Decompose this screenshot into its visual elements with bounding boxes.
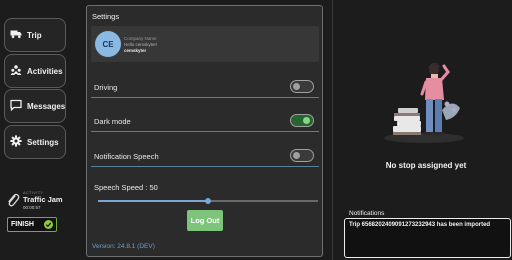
empty-state-illustration [380, 58, 466, 148]
finish-button[interactable]: FINISH [7, 217, 57, 232]
no-stop-message: No stop assigned yet [385, 161, 467, 170]
version-text: Version: 24.8.1 (DEV) [92, 243, 155, 250]
setting-row-notification-speech: Notification Speech [91, 147, 319, 167]
dark-mode-label: Dark mode [94, 117, 131, 126]
nav-settings-label: Settings [27, 137, 59, 147]
logout-button[interactable]: Log Out [187, 210, 223, 231]
nav-trip-label: Trip [27, 30, 42, 40]
toggle-knob [293, 151, 300, 159]
finish-label: FINISH [11, 221, 34, 228]
notification-speech-toggle[interactable] [290, 149, 314, 162]
speech-speed-slider[interactable] [98, 197, 318, 205]
pane-divider [332, 0, 333, 260]
settings-panel: Settings CE Company Name Hello cemskyter… [86, 5, 323, 257]
nav-activities-label: Activities [27, 66, 63, 76]
nav-messages-button[interactable]: Messages [4, 89, 66, 123]
nav-settings-button[interactable]: Settings [4, 125, 66, 159]
notifications-box[interactable]: Trip 6568202409091273232943 has been imp… [344, 218, 511, 258]
driving-label: Driving [94, 83, 118, 92]
check-icon [44, 220, 53, 229]
company-name: Company Name [124, 36, 157, 41]
gear-icon [10, 135, 22, 149]
toggle-knob [293, 82, 300, 90]
nav-messages-label: Messages [27, 101, 66, 111]
notification-speech-label: Notification Speech [94, 152, 159, 161]
notifications-title: Notifications [349, 210, 385, 217]
truck-icon [10, 28, 22, 42]
chat-icon [10, 99, 22, 113]
current-activity[interactable]: ACTIVITY Traffic Jam 00:00:57 [6, 190, 66, 210]
setting-row-dark-mode: Dark mode [91, 112, 319, 132]
paperclip-icon [6, 192, 20, 208]
people-icon [10, 64, 22, 78]
slider-fill [98, 200, 208, 202]
slider-thumb[interactable] [205, 198, 211, 204]
setting-row-driving: Driving [91, 78, 319, 98]
avatar: CE [95, 31, 121, 57]
profile-card: CE Company Name Hello cemskyter! cemskyt… [91, 26, 319, 62]
side-navigation: Trip Activities Messages Settings ACTIVI… [0, 0, 84, 260]
toggle-knob [303, 116, 310, 124]
activity-timer: 00:00:57 [23, 205, 41, 210]
notification-item[interactable]: Trip 6568202409091273232943 has been imp… [349, 222, 490, 228]
nav-activities-button[interactable]: Activities [4, 54, 66, 88]
nav-trip-button[interactable]: Trip [4, 18, 66, 52]
driving-toggle[interactable] [290, 80, 314, 93]
activity-name: Traffic Jam [23, 195, 63, 204]
username: cemskyter [124, 48, 147, 53]
greeting-text: Hello cemskyter! [124, 42, 158, 47]
settings-title: Settings [92, 12, 120, 21]
dark-mode-toggle[interactable] [290, 114, 314, 127]
speech-speed-label: Speech Speed : 50 [94, 183, 158, 192]
